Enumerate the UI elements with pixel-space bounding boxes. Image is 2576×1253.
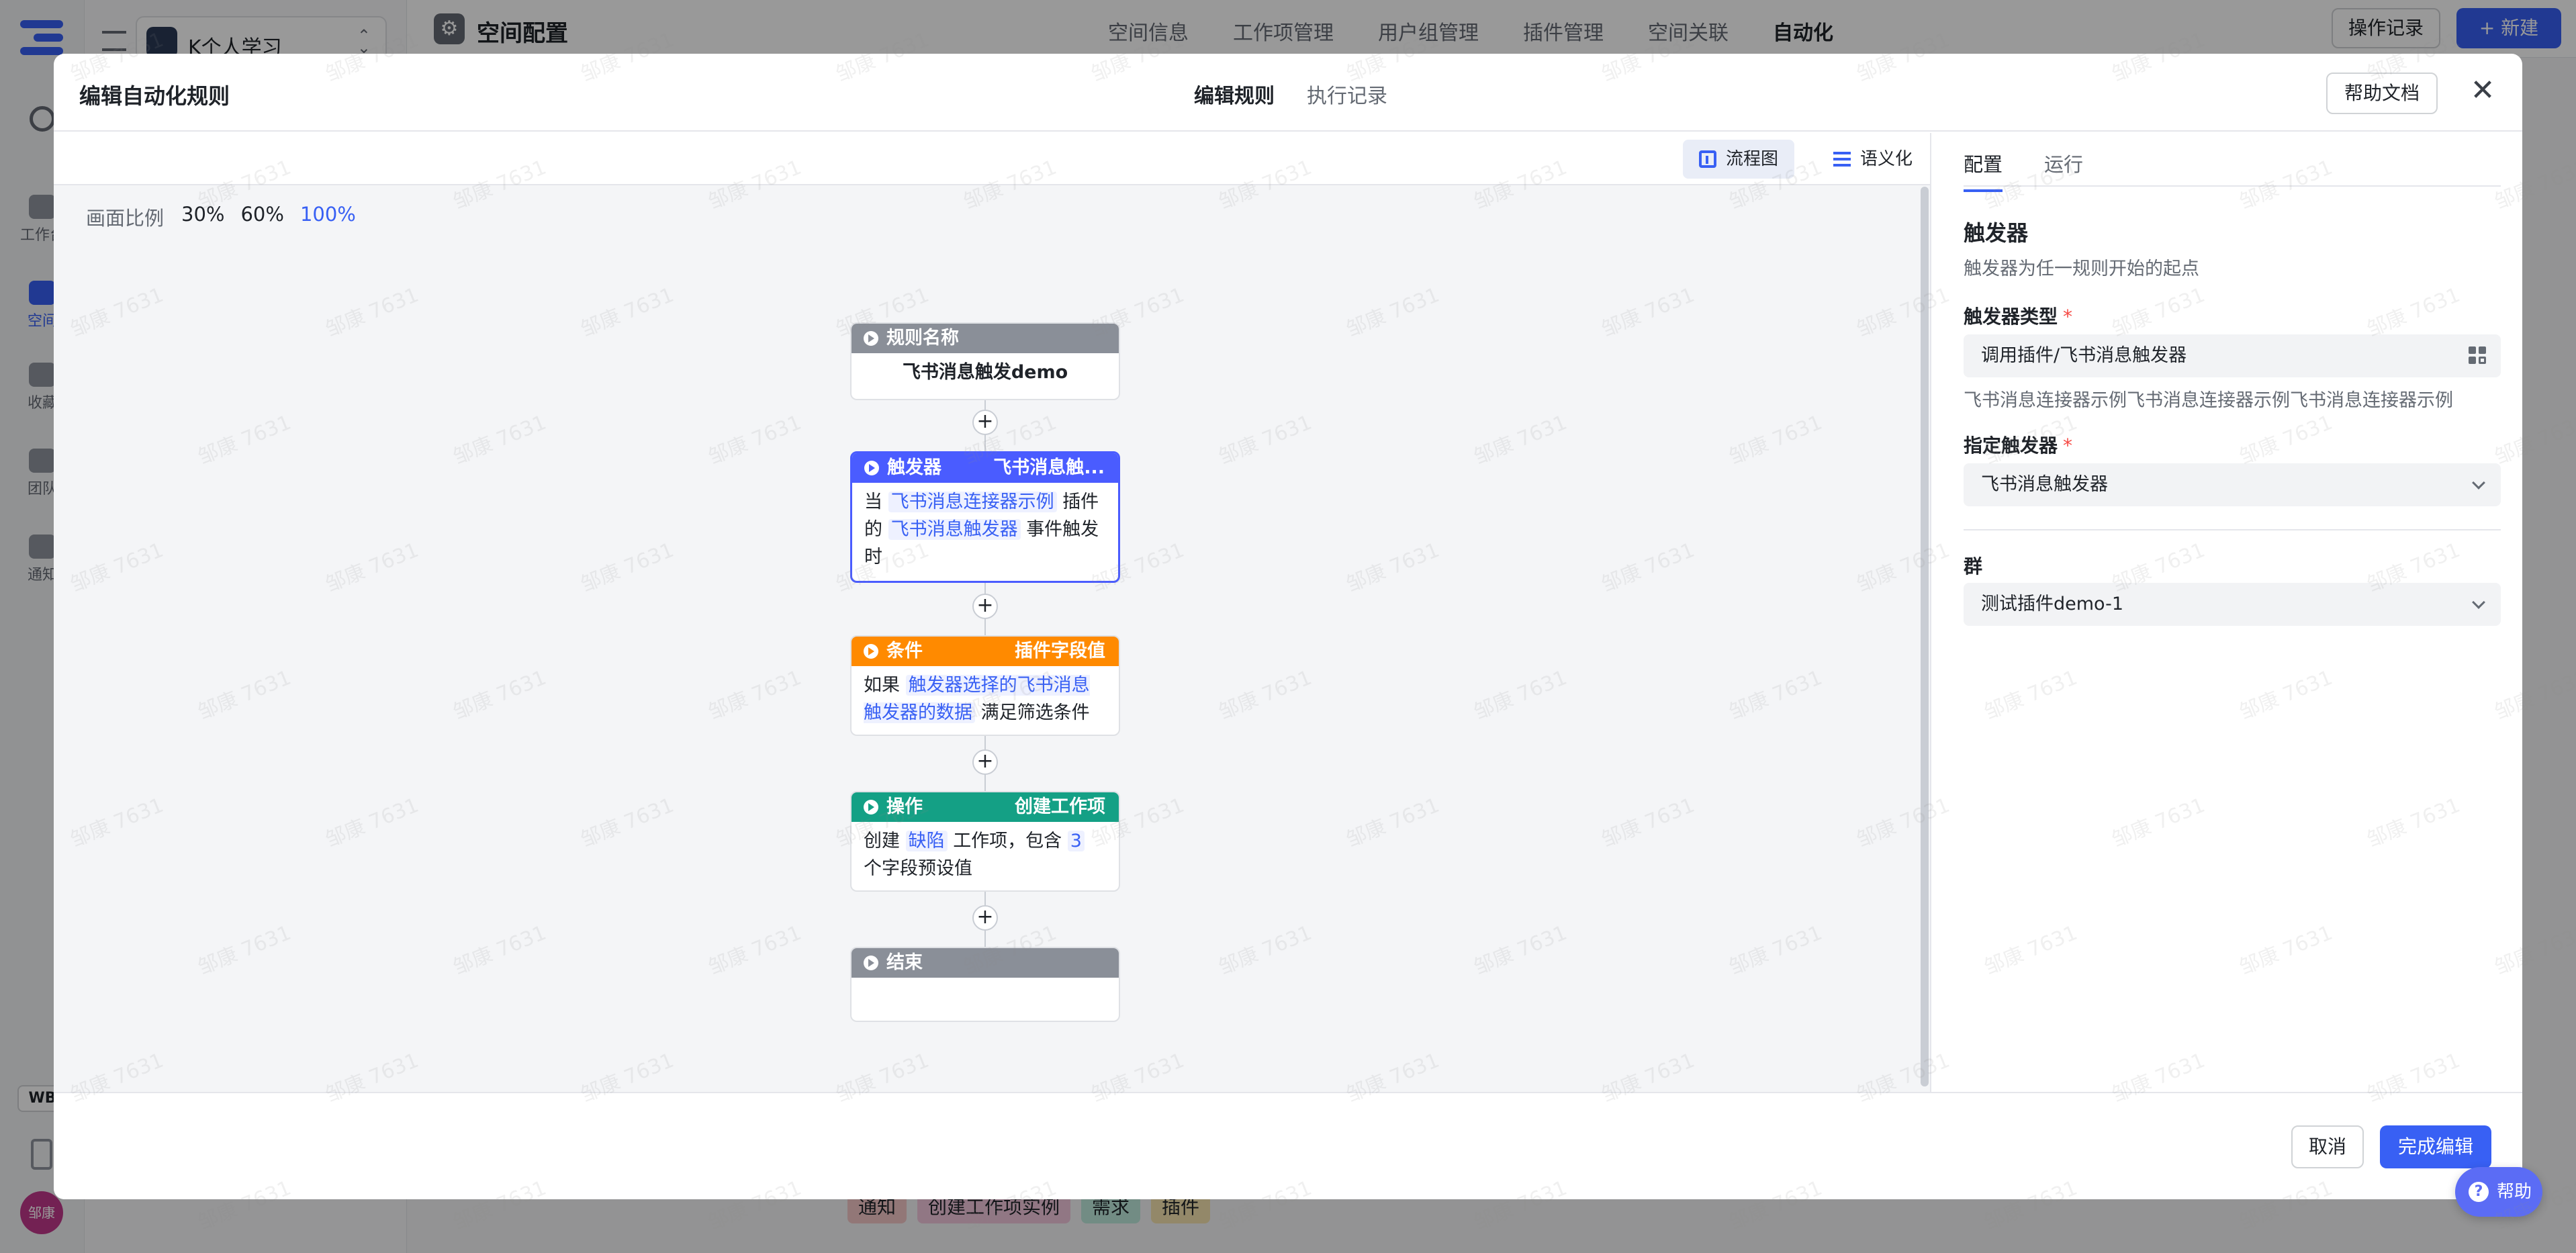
add-step-button[interactable]: +	[972, 594, 998, 619]
flow-canvas[interactable]: 流程图 语义化 画面比例 30% 60% 100% + + + + 规则名称 飞…	[54, 133, 1931, 1092]
section-subtitle: 触发器为任一规则开始的起点	[1964, 259, 2199, 279]
canvas-toolbar: 流程图 语义化	[54, 133, 1930, 185]
chevron-down-icon	[2472, 596, 2485, 609]
modal-footer: 取消 完成编辑	[54, 1092, 2522, 1199]
condition-description: 如果 触发器选择的飞书消息触发器的数据 满足筛选条件	[864, 675, 1090, 723]
plugin-icon	[2469, 346, 2487, 365]
modal-title: 编辑自动化规则	[79, 83, 230, 109]
config-panel: 配置 运行 触发器 触发器为任一规则开始的起点 触发器类型 * 调用插件/飞书消息…	[1933, 133, 2522, 1092]
action-description: 创建 缺陷 工作项，包含 3 个字段预设值	[852, 822, 1119, 888]
rule-name-text: 飞书消息触发demo	[902, 362, 1068, 383]
help-icon: ?	[2469, 1182, 2489, 1202]
list-icon	[1833, 150, 1851, 168]
divider	[1964, 529, 2501, 530]
node-header: 规则名称	[852, 324, 1119, 353]
condition-node[interactable]: 条件 插件字段值 如果 触发器选择的飞书消息触发器的数据 满足筛选条件	[850, 635, 1120, 736]
specified-trigger-select[interactable]: 飞书消息触发器	[1964, 463, 2501, 506]
add-step-button[interactable]: +	[972, 749, 998, 775]
trigger-node[interactable]: 触发器 飞书消息触... 当 飞书消息连接器示例 插件的 飞书消息触发器 事件触…	[850, 451, 1120, 583]
add-step-button[interactable]: +	[972, 410, 998, 435]
trigger-type-label: 触发器类型 *	[1964, 306, 2073, 328]
trigger-description: 当 飞书消息连接器示例 插件的 飞书消息触发器 事件触发时	[864, 492, 1099, 567]
stop-icon	[864, 956, 878, 970]
zoom-60[interactable]: 60%	[240, 203, 283, 231]
zoom-label: 画面比例	[86, 207, 165, 230]
group-label: 群	[1964, 555, 1983, 577]
node-header: 结束	[852, 948, 1119, 978]
semantic-view-button[interactable]: 语义化	[1817, 140, 1929, 179]
group-select[interactable]: 测试插件demo-1	[1964, 583, 2501, 626]
flowchart-view-button[interactable]: 流程图	[1683, 140, 1795, 179]
specified-trigger-label: 指定触发器 *	[1964, 434, 2073, 457]
trigger-type-help: 飞书消息连接器示例飞书消息连接器示例飞书消息连接器示例	[1964, 390, 2453, 411]
help-float-button[interactable]: ? 帮助	[2455, 1167, 2542, 1217]
section-title: 触发器	[1964, 220, 2029, 246]
action-node[interactable]: 操作 创建工作项 创建 缺陷 工作项，包含 3 个字段预设值	[850, 791, 1120, 892]
canvas-scrollbar[interactable]	[1921, 187, 1929, 1086]
trigger-type-field[interactable]: 调用插件/飞书消息触发器	[1964, 334, 2501, 377]
cancel-button[interactable]: 取消	[2291, 1125, 2364, 1168]
edit-automation-modal: 编辑自动化规则 编辑规则 执行记录 帮助文档 ✕ 流程图 语义化 画面比例 30…	[54, 54, 2522, 1199]
end-node[interactable]: 结束	[850, 947, 1120, 1022]
zoom-30[interactable]: 30%	[181, 203, 224, 231]
tab-run[interactable]: 运行	[2044, 149, 2083, 177]
tab-edit-rule[interactable]: 编辑规则	[1194, 79, 1275, 109]
rule-name-node[interactable]: 规则名称 飞书消息触发demo	[850, 322, 1120, 400]
action-icon	[864, 800, 878, 815]
chevron-down-icon	[2472, 476, 2485, 490]
help-doc-button[interactable]: 帮助文档	[2326, 73, 2438, 114]
modal-tabs: 编辑规则 执行记录	[1194, 79, 1420, 109]
node-header: 操作 创建工作项	[852, 792, 1119, 822]
add-step-button[interactable]: +	[972, 905, 998, 931]
filter-icon	[864, 644, 878, 659]
trigger-icon	[864, 461, 879, 475]
modal-header: 编辑自动化规则 编辑规则 执行记录 帮助文档 ✕	[54, 54, 2522, 132]
node-header: 触发器 飞书消息触...	[852, 453, 1118, 483]
done-edit-button[interactable]: 完成编辑	[2380, 1125, 2491, 1168]
panel-tabs: 配置 运行	[1964, 133, 2501, 192]
tab-config[interactable]: 配置	[1964, 149, 2003, 192]
close-icon[interactable]: ✕	[2466, 74, 2499, 107]
tab-exec-record[interactable]: 执行记录	[1307, 79, 1387, 109]
flowchart-icon	[1699, 150, 1716, 168]
node-header: 条件 插件字段值	[852, 637, 1119, 666]
zoom-100[interactable]: 100%	[300, 203, 356, 231]
play-icon	[864, 331, 878, 346]
zoom-control: 画面比例 30% 60% 100%	[86, 203, 372, 231]
